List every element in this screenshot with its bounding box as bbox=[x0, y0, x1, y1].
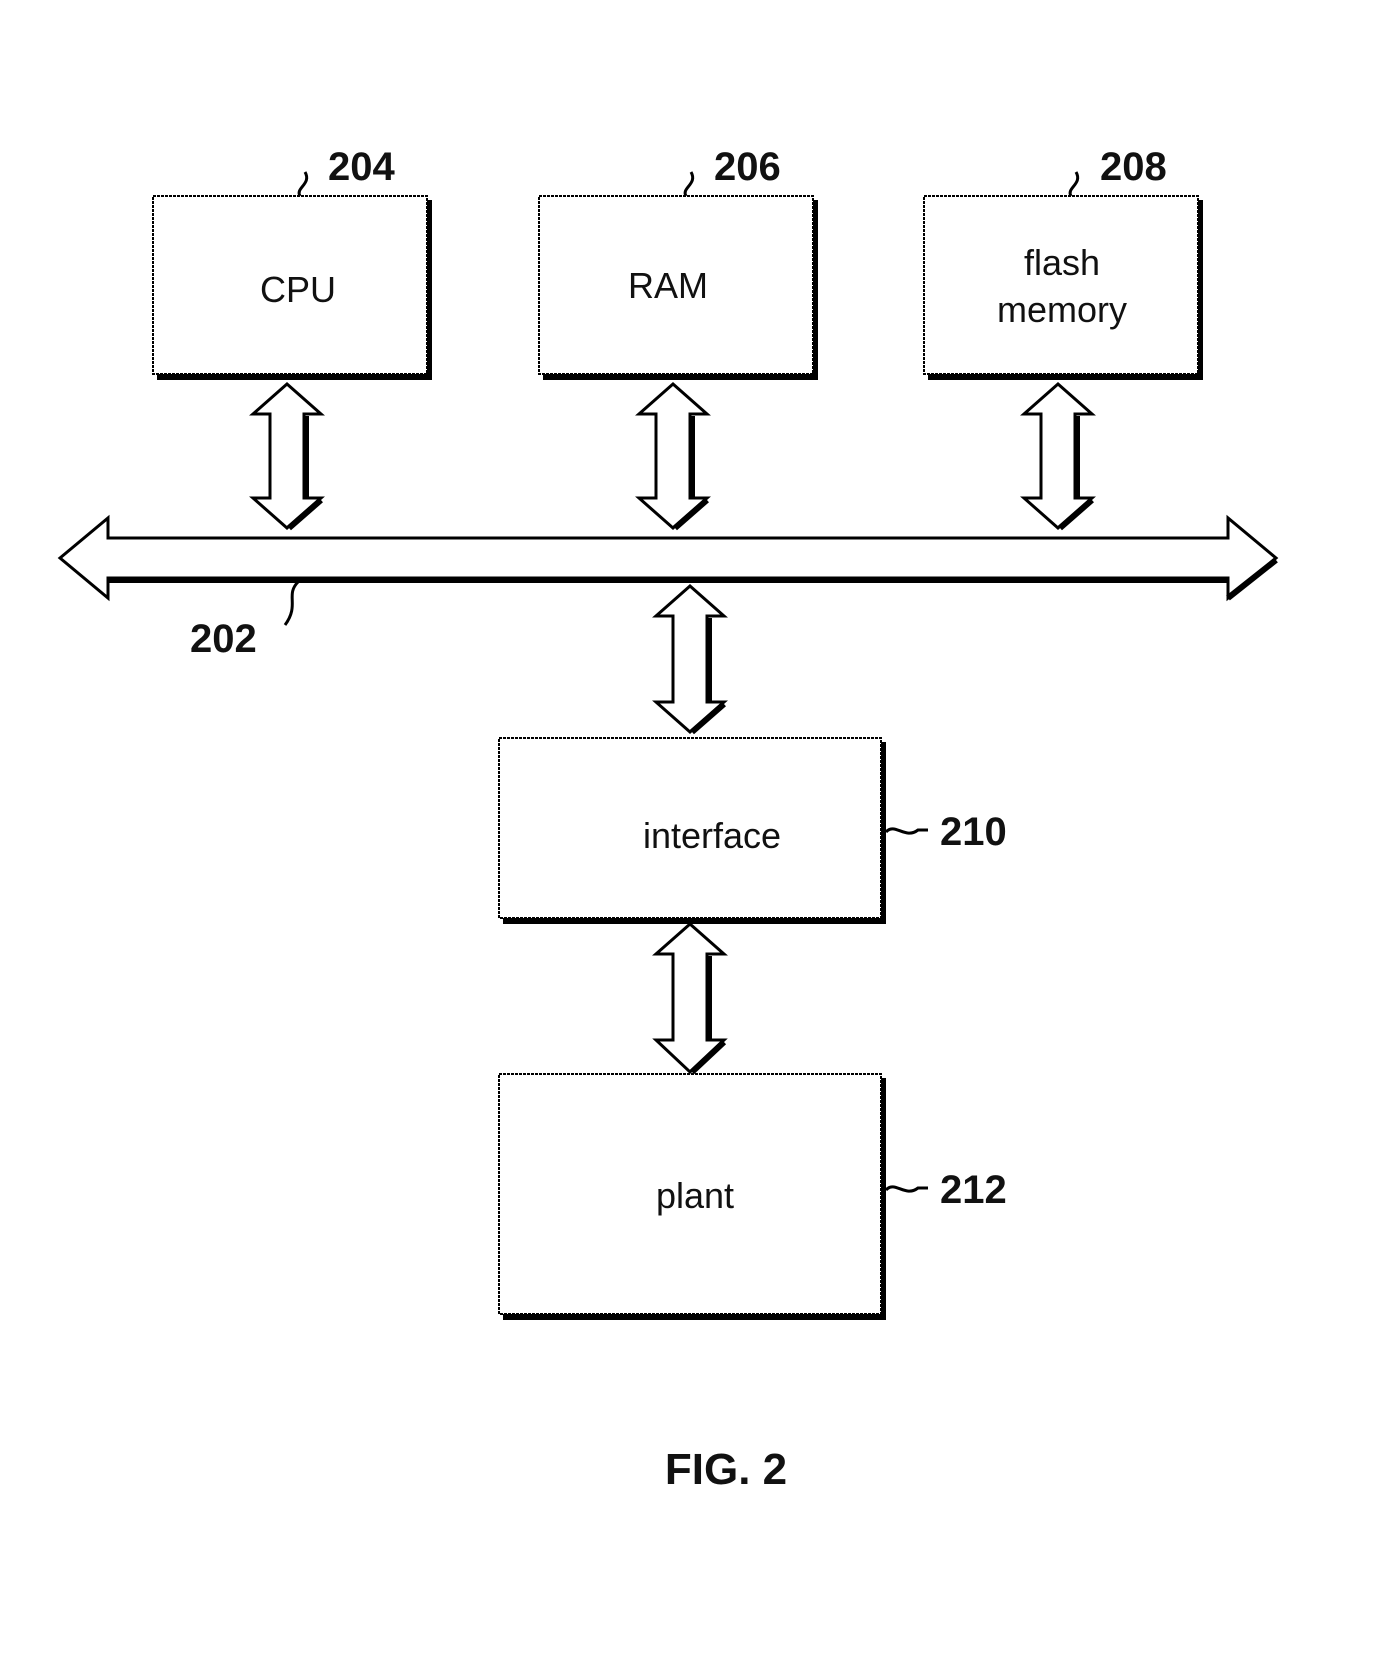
interface-label: interface bbox=[643, 815, 781, 856]
plant-label: plant bbox=[656, 1175, 734, 1216]
flash-label-line1: flash bbox=[1024, 242, 1100, 283]
bus-ref-label: 202 bbox=[190, 617, 257, 661]
interface-plant-arrow bbox=[652, 921, 728, 1075]
system-bus bbox=[57, 514, 1279, 602]
interface-ref-label: 210 bbox=[940, 810, 1007, 854]
cpu-ref-leader bbox=[297, 171, 309, 197]
flash-label-line2: memory bbox=[997, 289, 1127, 330]
cpu-block: CPU bbox=[152, 195, 432, 380]
figure-caption: FIG. 2 bbox=[665, 1445, 787, 1494]
bus-interface-arrow bbox=[652, 583, 728, 735]
ram-bus-arrow bbox=[635, 381, 711, 531]
flash-ref-leader bbox=[1068, 171, 1080, 197]
flash-ref-label: 208 bbox=[1100, 145, 1167, 189]
interface-ref-leader bbox=[884, 827, 928, 835]
block-diagram: 202 CPU 204 RAM 206 flash memory 208 int… bbox=[57, 145, 1279, 1494]
bus-ref-leader bbox=[283, 580, 300, 626]
flash-bus-arrow bbox=[1020, 381, 1096, 531]
plant-ref-label: 212 bbox=[940, 1168, 1007, 1212]
ram-ref-leader bbox=[683, 171, 695, 197]
plant-ref-leader bbox=[884, 1185, 928, 1193]
interface-block: interface bbox=[498, 737, 886, 924]
ram-label: RAM bbox=[628, 265, 708, 306]
plant-block: plant bbox=[498, 1073, 886, 1320]
cpu-label: CPU bbox=[260, 269, 336, 310]
flash-memory-block: flash memory bbox=[923, 195, 1203, 380]
ram-ref-label: 206 bbox=[714, 145, 781, 189]
cpu-ref-label: 204 bbox=[328, 145, 395, 189]
ram-block: RAM bbox=[538, 195, 818, 380]
cpu-bus-arrow bbox=[249, 381, 325, 531]
